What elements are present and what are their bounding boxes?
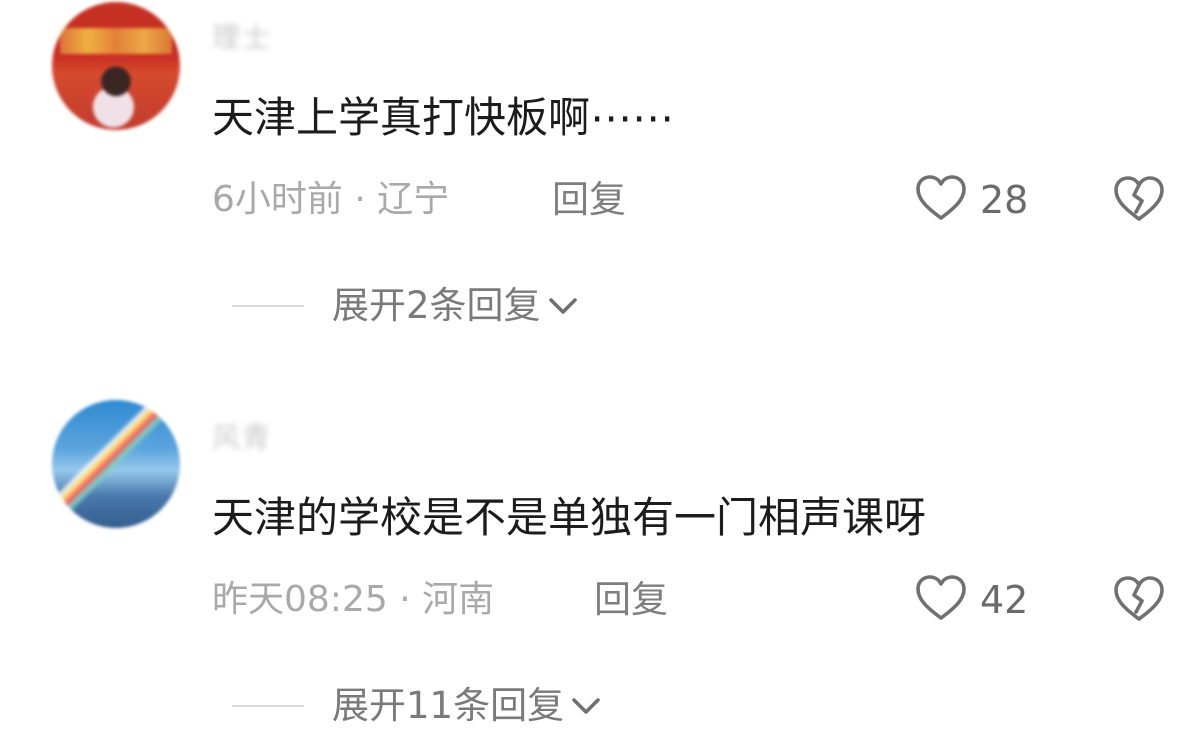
dislike-button[interactable] [1112,574,1166,626]
chevron-down-icon [541,291,579,321]
meta-separator: · [399,579,411,620]
meta-separator: · [354,179,366,220]
avatar[interactable] [52,400,180,528]
avatar[interactable] [52,2,180,130]
comment-meta: 昨天08:25 · 河南 [212,576,494,624]
chevron-down-icon [564,691,602,721]
comment-location: 河南 [422,579,495,620]
heart-outline-icon [914,573,968,627]
comment-item: 理士 天津上学真打快板啊⋯⋯ 6小时前 · 辽宁 回复 28 展开2条回复 [0,0,1183,360]
reply-button[interactable]: 回复 [594,576,668,624]
comment-time: 昨天08:25 [212,579,388,620]
comment-meta: 6小时前 · 辽宁 [212,176,449,224]
broken-heart-icon [1112,576,1166,628]
expand-replies-label: 展开11条回复 [332,684,565,727]
dislike-button[interactable] [1112,174,1166,226]
comment-location: 辽宁 [377,179,450,220]
broken-heart-icon [1112,176,1166,228]
comment-text: 天津上学真打快板啊⋯⋯ [212,93,675,142]
like-button[interactable]: 28 [914,174,1028,226]
reply-button[interactable]: 回复 [552,176,626,224]
heart-outline-icon [914,173,968,227]
comment-item: 风青 天津的学校是不是单独有一门相声课呀 昨天08:25 · 河南 回复 42 [0,400,1183,734]
comment-time: 6小时前 [212,179,343,220]
expand-replies-button[interactable]: 展开11条回复 [232,682,602,730]
expand-replies-button[interactable]: 展开2条回复 [232,282,579,330]
comment-username[interactable]: 理士 [212,16,272,56]
divider-line [232,705,304,707]
like-button[interactable]: 42 [914,574,1028,626]
comment-list: 理士 天津上学真打快板啊⋯⋯ 6小时前 · 辽宁 回复 28 展开2条回复 风青… [0,0,1183,734]
divider-line [232,305,304,307]
like-count: 28 [980,178,1029,222]
expand-replies-label: 展开2条回复 [332,284,541,327]
like-count: 42 [980,578,1029,622]
comment-username[interactable]: 风青 [212,416,272,456]
comment-text: 天津的学校是不是单独有一门相声课呀 [212,493,927,542]
